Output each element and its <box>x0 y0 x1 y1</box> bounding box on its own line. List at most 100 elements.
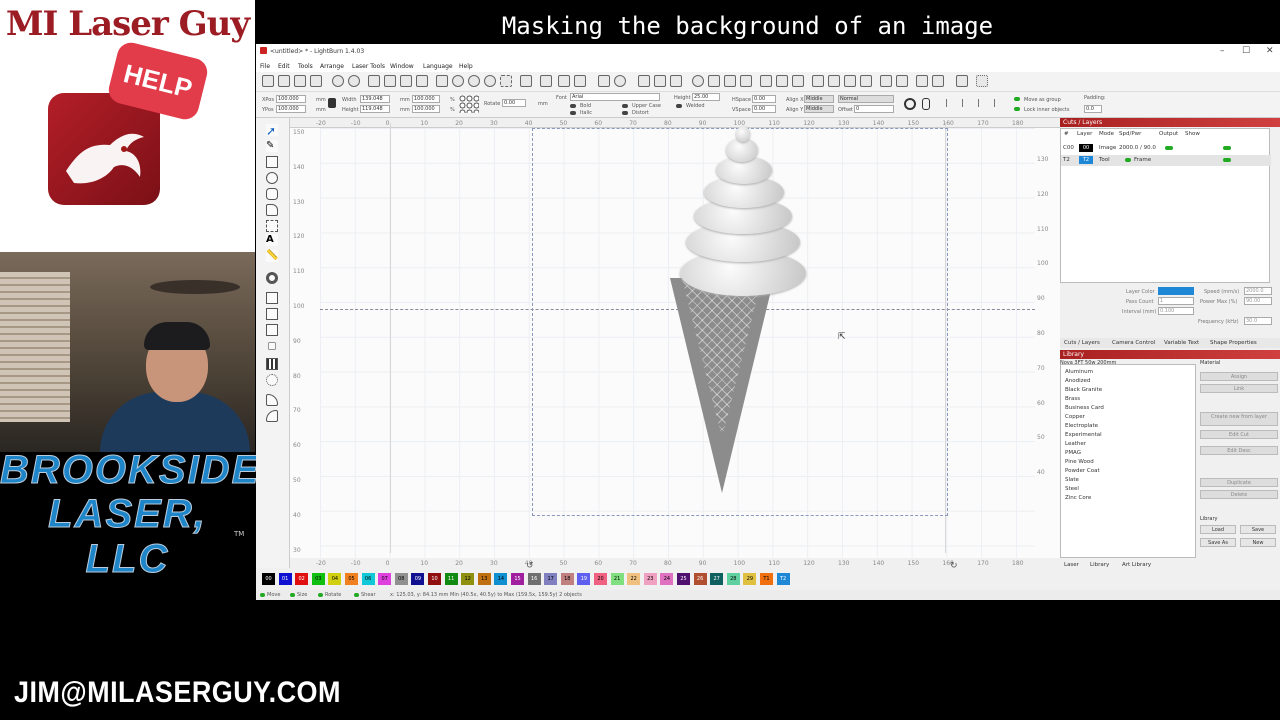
tab-tool-icon[interactable] <box>266 394 278 406</box>
palette-swatch-07[interactable]: 07 <box>378 573 392 585</box>
palette-swatch-10[interactable]: 10 <box>428 573 441 585</box>
dock-right-icon[interactable] <box>896 75 908 87</box>
move-toggle-icon[interactable] <box>260 593 265 597</box>
list-item[interactable]: Leather <box>1065 441 1086 447</box>
offset-input[interactable]: 0 <box>854 105 894 113</box>
list-item[interactable]: Zinc Core <box>1065 495 1091 501</box>
frequency-input[interactable]: 30.0 <box>1244 317 1272 325</box>
corner-radius-icon[interactable] <box>266 410 278 422</box>
menu-laser-tools[interactable]: Laser Tools <box>352 63 385 70</box>
palette-swatch-00[interactable]: 00 <box>262 573 275 585</box>
settings-gear-icon[interactable] <box>558 75 570 87</box>
link-button[interactable]: Link <box>1200 384 1278 393</box>
palette-swatch-09[interactable]: 09 <box>411 573 425 585</box>
tab-art-library[interactable]: Art Library <box>1122 562 1151 568</box>
palette-swatch-13[interactable]: 13 <box>477 573 491 585</box>
zoom-in-icon[interactable] <box>452 75 464 87</box>
menu-language[interactable]: Language <box>423 63 453 70</box>
welded-toggle-icon[interactable] <box>676 104 682 108</box>
menu-help[interactable]: Help <box>459 63 473 70</box>
height-input[interactable]: 119.048 <box>360 105 390 113</box>
text-height-input[interactable]: 25.00 <box>692 93 720 101</box>
list-item[interactable]: Steel <box>1065 486 1079 492</box>
palette-swatch-27[interactable]: 27 <box>710 573 724 585</box>
load-button[interactable]: Load <box>1200 525 1236 534</box>
scale-width-input[interactable]: 100.000 <box>412 95 440 103</box>
palette-swatch-12[interactable]: 12 <box>461 573 475 585</box>
space-v-icon[interactable] <box>860 75 872 87</box>
palette-swatch-06[interactable]: 06 <box>361 573 375 585</box>
group-icon[interactable] <box>598 75 610 87</box>
shear-toggle-icon[interactable] <box>354 593 359 597</box>
edit-cut-button[interactable]: Edit Cut <box>1200 430 1278 439</box>
bold-toggle-icon[interactable] <box>570 104 576 108</box>
delete-icon[interactable] <box>416 75 428 87</box>
lock-inner-toggle-icon[interactable] <box>1014 107 1020 111</box>
list-item[interactable]: PMAG <box>1065 450 1081 456</box>
xpos-input[interactable]: 100.000 <box>276 95 306 103</box>
italic-toggle-icon[interactable] <box>570 111 576 115</box>
dock-bottom-icon[interactable] <box>932 75 944 87</box>
save-file-icon[interactable] <box>294 75 306 87</box>
move-laser-icon[interactable] <box>956 75 968 87</box>
import-icon[interactable] <box>310 75 322 87</box>
power-max-input[interactable]: 90.00 <box>1244 297 1272 305</box>
distort-toggle-icon[interactable] <box>622 111 628 115</box>
layer-row[interactable]: C00 00 Image 2000.0 / 90.0 <box>1061 143 1271 154</box>
edit-desc-button[interactable]: Edit Desc <box>1200 446 1278 455</box>
font-select[interactable]: Arial <box>570 93 660 101</box>
layer-color-swatch[interactable] <box>1158 287 1194 295</box>
pencil-icon[interactable]: ✎ <box>266 140 278 152</box>
list-item[interactable]: Anodized <box>1065 378 1090 384</box>
palette-swatch-05[interactable]: 05 <box>345 573 358 585</box>
menu-window[interactable]: Window <box>390 63 414 70</box>
palette-swatch-24[interactable]: 24 <box>660 573 674 585</box>
user-icon[interactable] <box>614 75 626 87</box>
palette-swatch-02[interactable]: 02 <box>295 573 309 585</box>
ypos-input[interactable]: 100.000 <box>276 105 306 113</box>
padding-input[interactable]: 0.0 <box>1084 105 1102 113</box>
palette-swatch-15[interactable]: 15 <box>511 573 524 585</box>
list-item[interactable]: Electroplate <box>1065 423 1098 429</box>
boolean-union-icon[interactable] <box>266 292 278 304</box>
size-toggle-icon[interactable] <box>290 593 295 597</box>
width-input[interactable]: 139.048 <box>360 95 390 103</box>
pass-count-input[interactable]: 1 <box>1158 297 1194 305</box>
align-left-icon[interactable] <box>708 75 720 87</box>
tab-cuts-layers[interactable]: Cuts / Layers <box>1064 340 1100 346</box>
align-bottom-icon[interactable] <box>792 75 804 87</box>
cylinder-icon[interactable] <box>922 98 930 110</box>
measure-tool-icon[interactable]: 📏 <box>266 250 278 262</box>
align-y-select[interactable]: Middle <box>804 105 834 113</box>
palette-swatch-04[interactable]: 04 <box>328 573 342 585</box>
tab-laser[interactable]: Laser <box>1064 562 1079 568</box>
offset-icon[interactable] <box>266 272 278 284</box>
rotate-toggle-icon[interactable] <box>318 593 323 597</box>
create-from-layer-button[interactable]: Create new from layer <box>1200 412 1278 426</box>
zoom-page-icon[interactable] <box>500 75 512 87</box>
palette-swatch-26[interactable]: 26 <box>693 573 707 585</box>
layer-row[interactable]: T2 T2 Tool Frame <box>1061 155 1271 166</box>
monitor-icon[interactable] <box>540 75 552 87</box>
list-item[interactable]: Black Granite <box>1065 387 1102 393</box>
menu-arrange[interactable]: Arrange <box>320 63 344 70</box>
flip-vertical-icon[interactable] <box>654 75 666 87</box>
palette-swatch-01[interactable]: 01 <box>278 573 292 585</box>
move-as-group-toggle-icon[interactable] <box>1014 97 1020 101</box>
flip-horizontal-icon[interactable] <box>638 75 650 87</box>
align-right-icon[interactable] <box>740 75 752 87</box>
delete-button[interactable]: Delete <box>1200 490 1278 499</box>
undo-icon[interactable] <box>332 75 344 87</box>
list-item[interactable]: Brass <box>1065 396 1080 402</box>
ice-cream-image[interactable] <box>290 118 1060 568</box>
zoom-selection-icon[interactable] <box>484 75 496 87</box>
list-item[interactable]: Powder Coat <box>1065 468 1100 474</box>
align-tools-group[interactable] <box>946 99 1006 107</box>
tab-library[interactable]: Library <box>1090 562 1109 568</box>
rotate-input[interactable]: 0.00 <box>502 99 526 107</box>
minimize-button[interactable]: – <box>1220 46 1225 56</box>
palette-swatch-29[interactable]: 29 <box>743 573 757 585</box>
palette-swatch-25[interactable]: 25 <box>677 573 690 585</box>
boolean-subtract-icon[interactable] <box>266 308 278 320</box>
save-as-button[interactable]: Save As <box>1200 538 1236 547</box>
